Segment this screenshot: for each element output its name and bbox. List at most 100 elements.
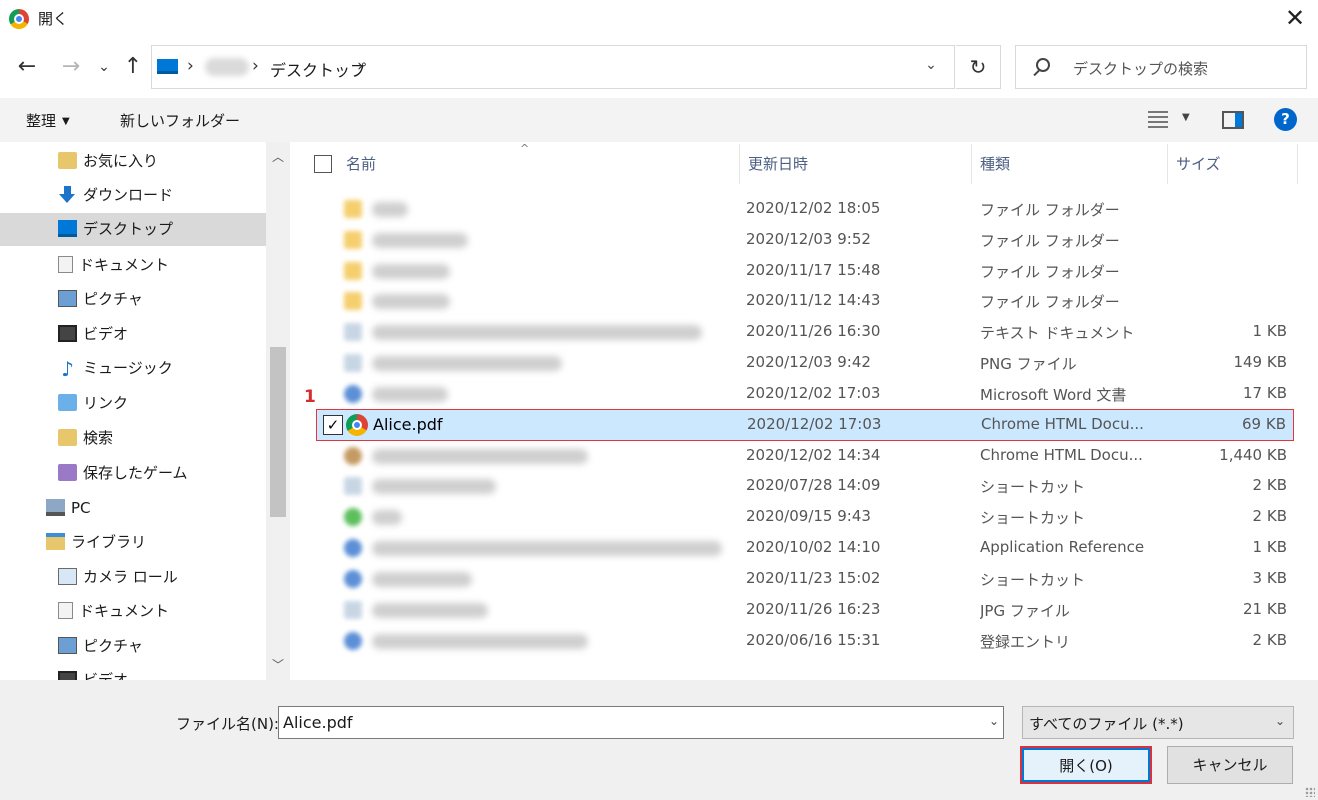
sidebar-item-links[interactable]: リンク bbox=[58, 387, 128, 420]
address-bar[interactable]: › › デスクトップ › bbox=[151, 45, 955, 89]
file-row[interactable]: 2020/12/02 18:05 ファイル フォルダー bbox=[316, 194, 1294, 225]
file-type: ショートカット bbox=[980, 571, 1086, 589]
sidebar-item-library-documents[interactable]: ドキュメント bbox=[58, 595, 169, 628]
file-row[interactable]: 2020/11/23 15:02 ショートカット 3 KB bbox=[316, 564, 1294, 595]
video-icon bbox=[58, 671, 77, 680]
scroll-up-icon[interactable]: ︿ bbox=[266, 142, 290, 172]
file-row[interactable]: 2020/10/02 14:10 Application Reference 1 K… bbox=[316, 533, 1294, 564]
recent-locations-button[interactable]: ⌄ bbox=[94, 50, 114, 84]
sidebar-item-pictures[interactable]: ピクチャ bbox=[58, 283, 143, 316]
file-row[interactable]: 2020/06/16 15:31 登録エントリ 2 KB bbox=[316, 626, 1294, 657]
sidebar-item-favorites[interactable]: お気に入り bbox=[58, 145, 158, 178]
file-row[interactable]: 2020/07/28 14:09 ショートカット 2 KB bbox=[316, 471, 1294, 502]
view-options-icon[interactable] bbox=[1148, 110, 1168, 128]
window-title: 開く bbox=[38, 10, 69, 28]
back-button[interactable]: ← bbox=[12, 50, 42, 84]
file-date: 2020/11/23 15:02 bbox=[746, 569, 881, 587]
up-button[interactable]: ↑ bbox=[118, 50, 148, 84]
command-toolbar: 整理 ▼ 新しいフォルダー ▼ bbox=[0, 98, 1318, 142]
file-name-redacted bbox=[372, 264, 450, 279]
chevron-down-icon[interactable]: ⌄ bbox=[1275, 714, 1285, 728]
sidebar-item-saved-games[interactable]: 保存したゲーム bbox=[58, 457, 188, 490]
breadcrumb-separator-icon[interactable]: › bbox=[357, 56, 364, 76]
sidebar-item-label: ダウンロード bbox=[83, 186, 174, 204]
row-checkbox-checked[interactable]: ✓ bbox=[323, 415, 343, 435]
sidebar-item-videos[interactable]: ビデオ bbox=[58, 318, 128, 351]
desktop-icon bbox=[58, 220, 77, 237]
file-date: 2020/12/02 17:03 bbox=[747, 415, 882, 433]
sidebar-item-label: ミュージック bbox=[83, 359, 173, 377]
camera-roll-icon bbox=[58, 568, 77, 585]
file-name-redacted bbox=[372, 202, 408, 217]
scroll-down-icon[interactable]: ﹀ bbox=[266, 650, 290, 680]
column-header-date[interactable]: 更新日時 bbox=[740, 144, 972, 184]
folder-icon bbox=[344, 292, 362, 310]
file-row[interactable]: 2020/12/02 17:03 Microsoft Word 文書 17 KB bbox=[316, 379, 1294, 410]
file-row[interactable]: 2020/11/26 16:30 テキスト ドキュメント 1 KB bbox=[316, 317, 1294, 348]
new-folder-button[interactable]: 新しいフォルダー bbox=[120, 110, 240, 131]
sidebar-item-downloads[interactable]: ダウンロード bbox=[58, 179, 173, 212]
file-row[interactable]: 2020/11/17 15:48 ファイル フォルダー bbox=[316, 256, 1294, 287]
resize-grip-icon[interactable] bbox=[1305, 787, 1315, 797]
column-header-type[interactable]: 種類 bbox=[972, 144, 1168, 184]
sidebar-item-label: ドキュメント bbox=[79, 256, 170, 274]
file-row[interactable]: 2020/12/03 9:42 PNG ファイル 149 KB bbox=[316, 348, 1294, 379]
sidebar-item-pc[interactable]: PC bbox=[46, 492, 91, 525]
file-row[interactable]: 2020/12/02 14:34 Chrome HTML Docu... 1,440… bbox=[316, 441, 1294, 472]
file-name-redacted bbox=[372, 294, 450, 309]
file-name-redacted bbox=[372, 449, 588, 464]
sidebar-item-label: ピクチャ bbox=[83, 290, 143, 308]
help-icon[interactable]: ? bbox=[1274, 108, 1297, 131]
file-type: テキスト ドキュメント bbox=[980, 324, 1135, 342]
refresh-button[interactable]: ↻ bbox=[956, 45, 1001, 89]
sidebar-item-library-pictures[interactable]: ピクチャ bbox=[58, 630, 143, 663]
sidebar-item-documents[interactable]: ドキュメント bbox=[58, 249, 169, 282]
breadcrumb-separator-icon[interactable]: › bbox=[252, 56, 259, 76]
filename-label: ファイル名(N): bbox=[176, 715, 279, 733]
sidebar-item-camera-roll[interactable]: カメラ ロール bbox=[58, 561, 178, 594]
view-dropdown-icon[interactable]: ▼ bbox=[1182, 112, 1190, 123]
file-row[interactable]: 2020/11/12 14:43 ファイル フォルダー bbox=[316, 286, 1294, 317]
open-button[interactable]: 開く(O) bbox=[1020, 746, 1152, 784]
file-size: 17 KB bbox=[1243, 384, 1287, 402]
chevron-down-icon[interactable]: ⌄ bbox=[989, 714, 999, 728]
sidebar-item-library-videos[interactable]: ビデオ bbox=[58, 664, 128, 680]
preview-pane-icon[interactable] bbox=[1222, 111, 1244, 129]
file-row[interactable]: 2020/09/15 9:43 ショートカット 2 KB bbox=[316, 502, 1294, 533]
library-icon bbox=[46, 533, 65, 550]
column-header-name[interactable]: 名前 bbox=[338, 144, 740, 184]
file-size: 69 KB bbox=[1242, 415, 1286, 433]
breadcrumb-separator-icon[interactable]: › bbox=[187, 56, 194, 76]
sidebar-item-label: リンク bbox=[83, 394, 129, 412]
filename-value[interactable]: Alice.pdf bbox=[283, 713, 353, 732]
registry-entry-icon bbox=[344, 632, 362, 650]
sidebar-item-libraries[interactable]: ライブラリ bbox=[46, 526, 146, 559]
sidebar-item-music[interactable]: ♪ ミュージック bbox=[58, 352, 173, 385]
file-type: ファイル フォルダー bbox=[980, 201, 1120, 219]
file-row[interactable]: 2020/12/03 9:52 ファイル フォルダー bbox=[316, 225, 1294, 256]
filename-input[interactable]: Alice.pdf ⌄ bbox=[278, 706, 1004, 739]
file-date: 2020/11/12 14:43 bbox=[746, 291, 881, 309]
navigation-scrollbar[interactable]: ︿ ﹀ bbox=[266, 142, 290, 680]
filetype-select[interactable]: すべてのファイル (*.*) ⌄ bbox=[1022, 706, 1294, 739]
organize-button[interactable]: 整理 ▼ bbox=[26, 110, 70, 131]
file-row[interactable]: 2020/11/26 16:23 JPG ファイル 21 KB bbox=[316, 595, 1294, 626]
column-header-size[interactable]: サイズ bbox=[1168, 144, 1298, 184]
close-button[interactable]: ✕ bbox=[1272, 0, 1318, 38]
file-date: 2020/12/02 17:03 bbox=[746, 384, 881, 402]
sidebar-item-desktop[interactable]: デスクトップ bbox=[0, 213, 266, 246]
sidebar-item-searches[interactable]: 検索 bbox=[58, 422, 113, 455]
breadcrumb-current-folder[interactable]: デスクトップ bbox=[270, 57, 366, 81]
search-input[interactable]: デスクトップの検索 bbox=[1015, 45, 1307, 89]
cancel-button[interactable]: キャンセル bbox=[1167, 746, 1293, 784]
scrollbar-thumb[interactable] bbox=[270, 347, 286, 517]
file-date: 2020/11/26 16:23 bbox=[746, 600, 881, 618]
file-name-redacted bbox=[372, 479, 496, 494]
file-size: 1 KB bbox=[1252, 322, 1287, 340]
file-row-selected[interactable]: ✓ Alice.pdf 2020/12/02 17:03 Chrome HTML … bbox=[316, 409, 1294, 441]
file-size: 2 KB bbox=[1252, 476, 1287, 494]
pc-icon bbox=[157, 59, 178, 74]
breadcrumb-user[interactable] bbox=[205, 58, 249, 76]
forward-button[interactable]: → bbox=[56, 50, 86, 84]
address-dropdown-icon[interactable]: ⌄ bbox=[922, 57, 940, 73]
